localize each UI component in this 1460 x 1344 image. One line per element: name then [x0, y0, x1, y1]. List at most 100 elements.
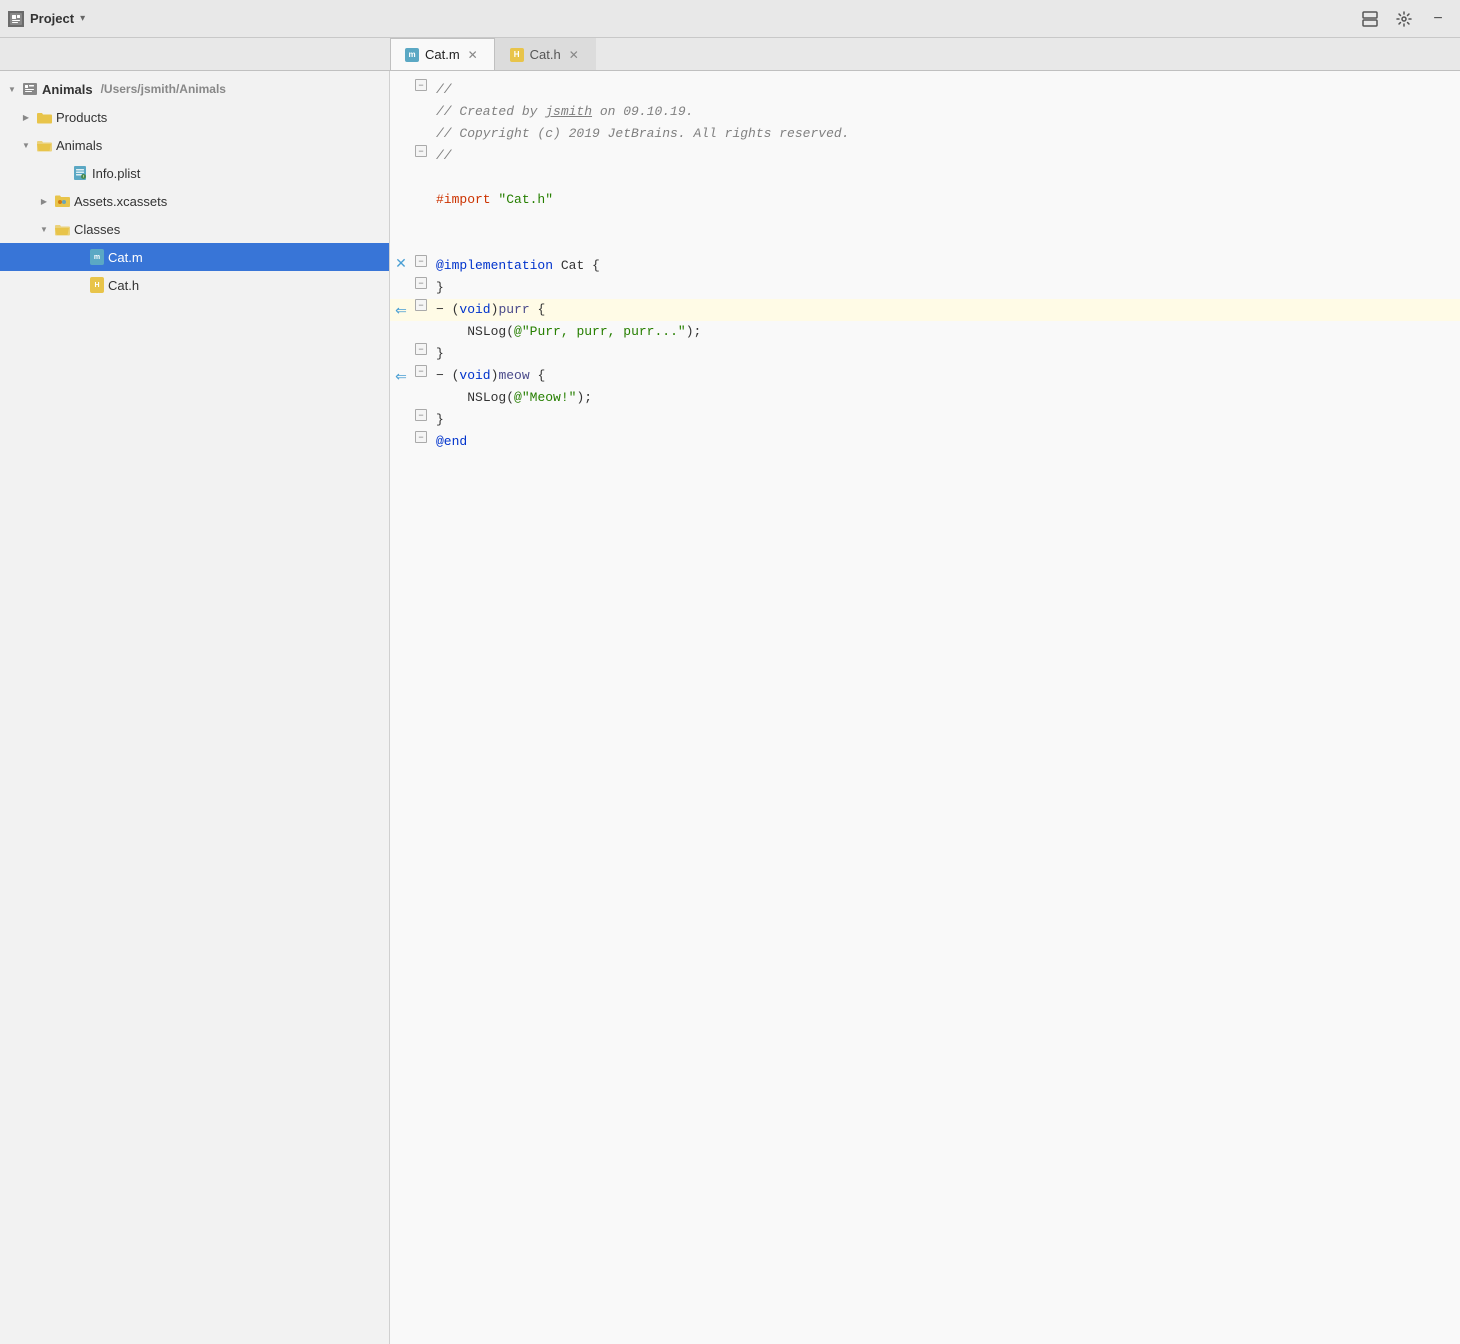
- sidebar-item-animals-label: Animals: [56, 138, 102, 153]
- code-line-12: NSLog(@"Purr, purr, purr...");: [390, 321, 1460, 343]
- main-layout: Animals /Users/jsmith/Animals Products A…: [0, 71, 1460, 1344]
- xcassets-icon: [54, 194, 70, 208]
- layout-button[interactable]: [1360, 9, 1380, 29]
- sidebar-item-products-label: Products: [56, 110, 107, 125]
- fold-box-11[interactable]: −: [415, 299, 427, 311]
- code-line-10: − }: [390, 277, 1460, 299]
- chevron-right-icon: [20, 111, 32, 123]
- title-bar-left: Project ▾: [8, 11, 398, 27]
- code-line-16: − }: [390, 409, 1460, 431]
- line-content-4: //: [430, 145, 1460, 167]
- change-arrow-14: ⇐: [395, 365, 407, 387]
- minimize-button[interactable]: −: [1428, 9, 1448, 29]
- fold-box-10[interactable]: −: [415, 277, 427, 289]
- line-content-16: }: [430, 409, 1460, 431]
- line-content-13: }: [430, 343, 1460, 365]
- folder-open-icon: [54, 223, 70, 236]
- code-line-15: NSLog(@"Meow!");: [390, 387, 1460, 409]
- fold-box-13[interactable]: −: [415, 343, 427, 355]
- chevron-down-icon: [38, 223, 50, 235]
- settings-button[interactable]: [1394, 9, 1414, 29]
- fold-box-14[interactable]: −: [415, 365, 427, 377]
- code-line-1: − //: [390, 79, 1460, 101]
- sidebar-item-info-plist[interactable]: i Info.plist: [0, 159, 389, 187]
- sidebar-item-info-plist-label: Info.plist: [92, 166, 140, 181]
- code-editor[interactable]: − // // Created by jsmith on 09.10.19. /…: [390, 71, 1460, 1344]
- fold-box-17[interactable]: −: [415, 431, 427, 443]
- project-icon: [22, 81, 38, 97]
- line-content-3: // Copyright (c) 2019 JetBrains. All rig…: [430, 123, 1460, 145]
- fold-box-16[interactable]: −: [415, 409, 427, 421]
- line-content-10: }: [430, 277, 1460, 299]
- sidebar-item-assets-label: Assets.xcassets: [74, 194, 167, 209]
- change-arrow-11: ⇐: [395, 299, 407, 321]
- line-content-12: NSLog(@"Purr, purr, purr...");: [430, 321, 1460, 343]
- tab-cat-h[interactable]: H Cat.h ✕: [495, 38, 596, 70]
- fold-gutter-16[interactable]: −: [412, 409, 430, 421]
- sidebar-item-cat-h-label: Cat.h: [108, 278, 139, 293]
- sidebar-item-cat-h[interactable]: H Cat.h: [0, 271, 389, 299]
- code-line-6: #import "Cat.h": [390, 189, 1460, 211]
- project-label[interactable]: Project: [30, 11, 74, 26]
- chevron-down-icon: [6, 83, 18, 95]
- sidebar-item-classes[interactable]: Classes: [0, 215, 389, 243]
- line-content-1: //: [430, 79, 1460, 101]
- code-line-3: // Copyright (c) 2019 JetBrains. All rig…: [390, 123, 1460, 145]
- title-bar: Project ▾ −: [0, 0, 1460, 38]
- line-content-11: − (void)purr {: [430, 299, 1460, 321]
- line-content-14: − (void)meow {: [430, 365, 1460, 387]
- code-line-11: ⇐ − − (void)purr {: [390, 299, 1460, 321]
- code-line-7: [390, 211, 1460, 233]
- tabs-bar: m Cat.m ✕ H Cat.h ✕: [0, 38, 1460, 71]
- title-bar-actions: −: [1360, 9, 1452, 29]
- tab-cat-m-close[interactable]: ✕: [466, 48, 480, 62]
- sidebar-item-cat-m[interactable]: m Cat.m: [0, 243, 389, 271]
- annotation-gutter-11: ⇐: [390, 299, 412, 321]
- sidebar-item-cat-m-label: Cat.m: [108, 250, 143, 265]
- code-line-13: − }: [390, 343, 1460, 365]
- code-line-9: ✕ − @implementation Cat {: [390, 255, 1460, 277]
- line-content-9: @implementation Cat {: [430, 255, 1460, 277]
- plist-file-icon: i: [72, 165, 88, 181]
- tab-m-icon: m: [405, 48, 419, 62]
- annotation-gutter-14: ⇐: [390, 365, 412, 387]
- fold-gutter-11[interactable]: −: [412, 299, 430, 311]
- sidebar-item-root[interactable]: Animals /Users/jsmith/Animals: [0, 75, 389, 103]
- fold-gutter-13[interactable]: −: [412, 343, 430, 355]
- code-line-14: ⇐ − − (void)meow {: [390, 365, 1460, 387]
- line-content-17: @end: [430, 431, 1460, 453]
- fold-gutter-9[interactable]: −: [412, 255, 430, 267]
- fold-gutter-14[interactable]: −: [412, 365, 430, 377]
- tab-cat-m-label: Cat.m: [425, 47, 460, 62]
- code-line-2: // Created by jsmith on 09.10.19.: [390, 101, 1460, 123]
- fold-box-4[interactable]: −: [415, 145, 427, 157]
- sidebar-item-assets[interactable]: Assets.xcassets: [0, 187, 389, 215]
- fold-gutter-17[interactable]: −: [412, 431, 430, 443]
- tab-cat-h-close[interactable]: ✕: [567, 48, 581, 62]
- line-content-2: // Created by jsmith on 09.10.19.: [430, 101, 1460, 123]
- diff-icon-9: ✕: [395, 255, 407, 272]
- sidebar-root-path: /Users/jsmith/Animals: [101, 82, 226, 96]
- m-file-icon: m: [90, 249, 104, 265]
- sidebar-item-products[interactable]: Products: [0, 103, 389, 131]
- folder-open-icon: [36, 139, 52, 152]
- tab-cat-m[interactable]: m Cat.m ✕: [390, 38, 495, 70]
- line-content-7: [430, 211, 1460, 233]
- sidebar-item-animals-folder[interactable]: Animals: [0, 131, 389, 159]
- annotation-gutter-9: ✕: [390, 255, 412, 272]
- sidebar-root-label: Animals: [42, 82, 93, 97]
- fold-gutter-10[interactable]: −: [412, 277, 430, 289]
- fold-gutter-4[interactable]: −: [412, 145, 430, 157]
- chevron-down-icon: [20, 139, 32, 151]
- fold-box-9[interactable]: −: [415, 255, 427, 267]
- folder-closed-icon: [36, 111, 52, 124]
- code-line-17: − @end: [390, 431, 1460, 453]
- h-file-icon: H: [90, 277, 104, 293]
- sidebar: Animals /Users/jsmith/Animals Products A…: [0, 71, 390, 1344]
- fold-gutter-1[interactable]: −: [412, 79, 430, 91]
- tab-h-icon: H: [510, 48, 524, 62]
- svg-text:i: i: [83, 175, 84, 179]
- chevron-right-icon: [38, 195, 50, 207]
- code-line-5: [390, 167, 1460, 189]
- fold-box-1[interactable]: −: [415, 79, 427, 91]
